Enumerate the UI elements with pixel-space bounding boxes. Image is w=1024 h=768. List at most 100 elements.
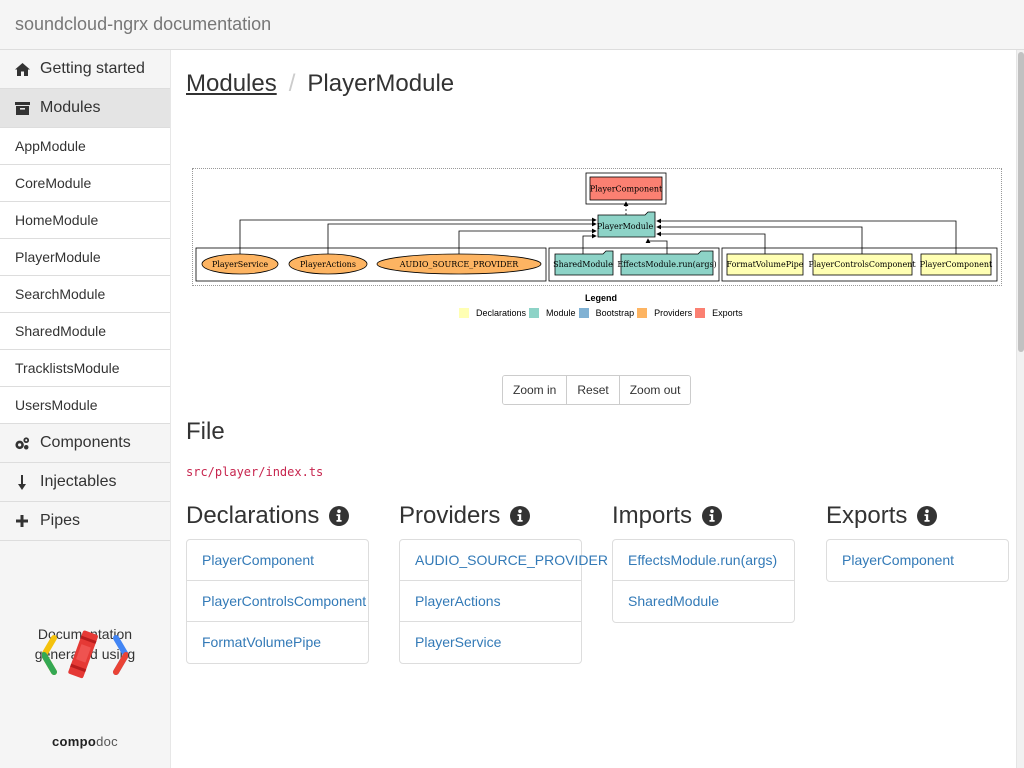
wordmark-light: doc (96, 734, 118, 749)
list-item[interactable]: PlayerComponent (827, 540, 1008, 581)
providers-section: Providers AUDIO_SOURCE_PROVIDER PlayerAc… (399, 500, 608, 664)
top-navbar: soundcloud-ngrx documentation (0, 0, 1024, 50)
sidebar-item-homemodule[interactable]: HomeModule (0, 202, 170, 239)
sidebar-item-sharedmodule[interactable]: SharedModule (0, 313, 170, 350)
sidebar-item-modules[interactable]: Modules (0, 89, 170, 128)
legend-label: Module (546, 308, 576, 318)
breadcrumb-modules-link[interactable]: Modules (186, 70, 277, 97)
legend-item-module: Module (529, 308, 579, 318)
breadcrumb: Modules / PlayerModule (186, 70, 454, 98)
legend-label: Declarations (476, 308, 527, 318)
sidebar-item-label: PlayerModule (15, 249, 101, 265)
sidebar-item-label: Injectables (40, 473, 117, 490)
zoom-out-button[interactable]: Zoom out (619, 376, 691, 404)
list-item[interactable]: PlayerActions (400, 581, 581, 622)
sidebar-item-searchmodule[interactable]: SearchModule (0, 276, 170, 313)
info-icon[interactable] (917, 506, 938, 526)
main-content: Modules / PlayerModule PlayerComponent Pla… (171, 50, 1016, 768)
legend-swatch (695, 308, 706, 318)
sidebar-item-label: Modules (40, 99, 101, 116)
list-item[interactable]: PlayerComponent (187, 540, 368, 581)
list-item[interactable]: PlayerControlsComponent (187, 581, 368, 622)
breadcrumb-separator: / (288, 70, 296, 97)
reset-zoom-button[interactable]: Reset (567, 376, 620, 404)
scrollbar-thumb[interactable] (1018, 52, 1024, 352)
list-item[interactable]: EffectsModule.run(args) (613, 540, 794, 581)
imports-section: Imports EffectsModule.run(args) SharedMo… (612, 500, 795, 623)
legend-swatch (459, 308, 469, 318)
declarations-section: Declarations PlayerComponent PlayerContr… (186, 500, 369, 664)
list-item[interactable]: SharedModule (613, 581, 794, 622)
provider-node-label: PlayerActions (300, 260, 356, 269)
info-icon[interactable] (329, 506, 350, 526)
sidebar-item-components[interactable]: Components (0, 424, 170, 463)
sidebar-item-label: CoreModule (15, 175, 92, 191)
sidebar-item-injectables[interactable]: Injectables (0, 463, 170, 502)
info-icon[interactable] (510, 506, 531, 526)
sidebar-item-playermodule[interactable]: PlayerModule (0, 239, 170, 276)
sidebar-item-label: HomeModule (15, 212, 99, 228)
section-title: Providers (399, 502, 501, 529)
home-icon (14, 61, 30, 77)
legend-item-providers: Providers (637, 308, 695, 318)
section-heading: Providers (399, 500, 582, 532)
list-item[interactable]: PlayerService (400, 622, 581, 663)
section-title: Declarations (186, 502, 320, 529)
sidebar-item-label: Getting started (40, 60, 145, 77)
legend-item-exports: Exports (695, 308, 746, 318)
info-icon[interactable] (702, 506, 723, 526)
section-title: Exports (826, 502, 908, 529)
section-heading: Declarations (186, 500, 369, 532)
sidebar-item-pipes[interactable]: Pipes (0, 502, 170, 541)
sidebar-item-label: AppModule (15, 138, 86, 154)
wordmark-bold: compo (52, 734, 97, 749)
sidebar-item-label: SharedModule (15, 323, 107, 339)
providers-list: AUDIO_SOURCE_PROVIDER PlayerActions Play… (399, 539, 608, 664)
compodoc-logo-icon[interactable] (42, 630, 128, 680)
legend-swatch (529, 308, 540, 318)
legend-item-bootstrap: Bootstrap (578, 308, 638, 318)
legend-swatch (637, 308, 648, 318)
declaration-node-label: PlayerComponent (920, 260, 993, 269)
sidebar-item-tracklistsmodule[interactable]: TracklistsModule (0, 350, 170, 387)
compodoc-wordmark: compodoc (0, 734, 170, 749)
sidebar-item-getting-started[interactable]: Getting started (0, 50, 170, 89)
export-node-label: PlayerComponent (590, 185, 663, 194)
sidebar-item-coremodule[interactable]: CoreModule (0, 165, 170, 202)
list-item[interactable]: AUDIO_SOURCE_PROVIDER (400, 540, 608, 581)
legend-label: Providers (654, 308, 693, 318)
archive-icon (14, 100, 30, 116)
legend-label: Bootstrap (595, 308, 635, 318)
sidebar-item-usersmodule[interactable]: UsersModule (0, 387, 170, 424)
module-node-label: PlayerModule (597, 222, 654, 231)
zoom-in-button[interactable]: Zoom in (503, 376, 568, 404)
app-title[interactable]: soundcloud-ngrx documentation (15, 14, 271, 35)
legend: Declarations Module Bootstrap Providers … (459, 308, 746, 318)
plus-icon (14, 513, 30, 529)
list-item[interactable]: FormatVolumePipe (187, 622, 368, 663)
sidebar: Getting started Modules AppModule CoreMo… (0, 50, 171, 768)
sidebar-item-label: Pipes (40, 512, 81, 529)
page-title: PlayerModule (307, 70, 455, 97)
arrow-down-icon (14, 474, 30, 490)
file-path: src/player/index.ts (186, 465, 324, 479)
section-heading: Exports (826, 500, 1009, 532)
file-heading: File (186, 418, 225, 445)
declarations-list: PlayerComponent PlayerControlsComponent … (186, 539, 369, 664)
module-dependency-graph[interactable]: PlayerComponent PlayerModule PlayerServi… (192, 168, 1002, 286)
provider-node-label: PlayerService (212, 260, 268, 269)
section-heading: Imports (612, 500, 795, 532)
cogs-icon (14, 435, 30, 451)
exports-list: PlayerComponent (826, 539, 1009, 582)
exports-section: Exports PlayerComponent (826, 500, 1009, 582)
legend-title: Legend (585, 293, 618, 303)
main-scrollbar[interactable] (1016, 50, 1024, 768)
sidebar-item-label: TracklistsModule (15, 360, 120, 376)
sidebar-item-appmodule[interactable]: AppModule (0, 128, 170, 165)
sidebar-item-label: SearchModule (15, 286, 106, 302)
zoom-controls: Zoom in Reset Zoom out (502, 375, 692, 405)
legend-label: Exports (712, 308, 743, 318)
sidebar-item-label: Components (40, 434, 131, 451)
section-title: Imports (612, 502, 693, 529)
declaration-node-label: FormatVolumePipe (726, 260, 803, 269)
